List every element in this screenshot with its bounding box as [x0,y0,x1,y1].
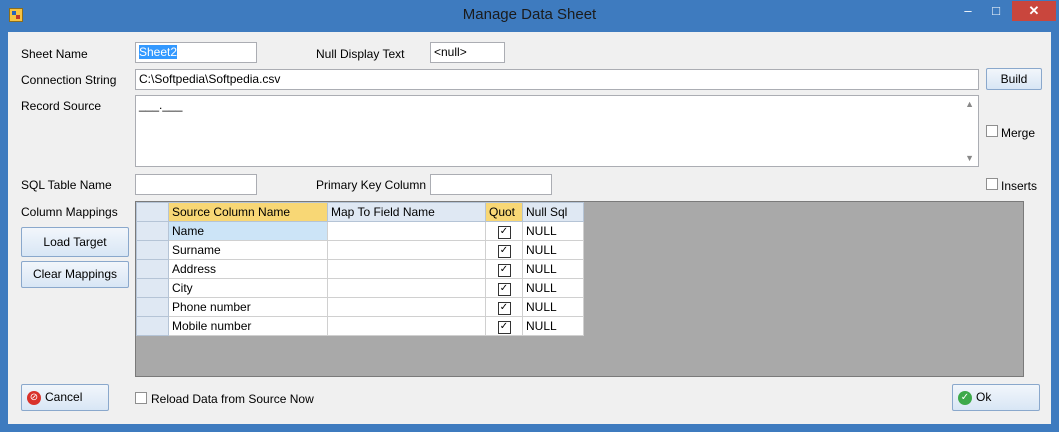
reload-checkbox[interactable] [135,392,147,404]
null-sql-cell[interactable]: NULL [522,278,584,298]
sql-table-name-label: SQL Table Name [21,178,112,192]
map-cell[interactable] [327,221,486,241]
merge-label: Merge [1001,126,1036,140]
sheet-name-input[interactable]: Sheet2 [135,42,257,63]
quot-cell[interactable]: ✓ [485,259,523,279]
mappings-table: Source Column Name Map To Field Name Quo… [136,202,584,336]
source-cell[interactable]: Phone number [168,297,328,317]
check-icon[interactable]: ✓ [497,283,511,296]
quot-cell[interactable]: ✓ [485,221,523,241]
table-row[interactable]: Address ✓ NULL [136,259,584,279]
table-row[interactable]: Name ✓ NULL [136,221,584,241]
map-cell[interactable] [327,316,486,336]
close-button[interactable]: ✕ [1012,1,1056,21]
source-cell[interactable]: Name [168,221,328,241]
load-target-columns-button[interactable]: Load Target Columns [21,227,129,277]
sheet-name-label: Sheet Name [21,47,88,61]
inserts-label: Inserts [1001,179,1038,193]
scroll-up-icon[interactable]: ▲ [965,99,974,109]
row-header[interactable] [136,278,169,298]
cancel-icon: ⊘ [27,390,41,405]
col-quot[interactable]: Quot [485,202,523,222]
reload-label: Reload Data from Source Now [151,392,314,406]
map-cell[interactable] [327,278,486,298]
title-bar[interactable]: Manage Data Sheet – □ ✕ [0,0,1059,32]
minimize-button[interactable]: – [958,1,978,21]
check-icon[interactable]: ✓ [497,321,511,334]
ok-label: Ok [976,390,992,404]
source-cell[interactable]: Mobile number [168,316,328,336]
maximize-button[interactable]: □ [986,1,1006,21]
primary-key-input[interactable] [430,174,552,195]
sheet-name-value: Sheet2 [139,45,178,59]
window-title: Manage Data Sheet [462,6,597,23]
quot-cell[interactable]: ✓ [485,316,523,336]
null-sql-cell[interactable]: NULL [522,240,584,260]
grid-header-row: Source Column Name Map To Field Name Quo… [136,202,584,222]
connection-string-label: Connection String [21,73,117,87]
inserts-checkbox[interactable] [986,178,998,190]
ok-button[interactable]: ✓ Ok [952,384,1040,411]
sql-table-name-input[interactable] [135,174,257,195]
check-icon[interactable]: ✓ [497,264,511,277]
quot-cell[interactable]: ✓ [485,297,523,317]
table-row[interactable]: City ✓ NULL [136,278,584,298]
connection-string-input[interactable]: C:\Softpedia\Softpedia.csv [135,69,979,90]
col-source-column-name[interactable]: Source Column Name [168,202,328,222]
source-cell[interactable]: Surname [168,240,328,260]
record-source-textarea[interactable]: ___.___ ▲ ▼ [135,95,979,167]
null-display-label: Null Display Text [316,47,405,61]
column-mappings-label: Column Mappings [21,205,118,219]
ok-icon: ✓ [958,390,972,405]
col-map-to-field-name[interactable]: Map To Field Name [327,202,486,222]
primary-key-label: Primary Key Column [316,178,427,192]
cancel-label: Cancel [45,390,83,404]
merge-checkbox[interactable] [986,125,998,137]
map-cell[interactable] [327,240,486,260]
scroll-down-icon[interactable]: ▼ [965,153,974,163]
clear-mappings-button[interactable]: Clear Mappings [21,261,129,288]
check-icon[interactable]: ✓ [497,226,511,239]
null-sql-cell[interactable]: NULL [522,259,584,279]
table-row[interactable]: Mobile number ✓ NULL [136,316,584,336]
row-header[interactable] [136,297,169,317]
map-cell[interactable] [327,297,486,317]
source-cell[interactable]: City [168,278,328,298]
null-sql-cell[interactable]: NULL [522,297,584,317]
table-row[interactable]: Surname ✓ NULL [136,240,584,260]
row-header[interactable] [136,221,169,241]
record-source-value: ___.___ [139,98,183,112]
source-cell[interactable]: Address [168,259,328,279]
null-display-input[interactable]: <null> [430,42,505,63]
row-header[interactable] [136,316,169,336]
row-header[interactable] [136,240,169,260]
column-mappings-grid[interactable]: Source Column Name Map To Field Name Quo… [135,201,1024,377]
quot-cell[interactable]: ✓ [485,278,523,298]
record-source-label: Record Source [21,99,102,113]
check-icon[interactable]: ✓ [497,245,511,258]
row-header[interactable] [136,259,169,279]
dialog-body: Sheet Name Sheet2 Null Display Text <nul… [8,32,1051,424]
map-cell[interactable] [327,259,486,279]
cancel-button[interactable]: ⊘ Cancel [21,384,109,411]
quot-cell[interactable]: ✓ [485,240,523,260]
select-all-corner[interactable] [136,202,169,222]
null-sql-cell[interactable]: NULL [522,316,584,336]
check-icon[interactable]: ✓ [497,302,511,315]
null-sql-cell[interactable]: NULL [522,221,584,241]
table-row[interactable]: Phone number ✓ NULL [136,297,584,317]
col-null-sql[interactable]: Null Sql [522,202,584,222]
build-button[interactable]: Build [986,68,1042,90]
window: Manage Data Sheet – □ ✕ Sheet Name Sheet… [0,0,1059,432]
